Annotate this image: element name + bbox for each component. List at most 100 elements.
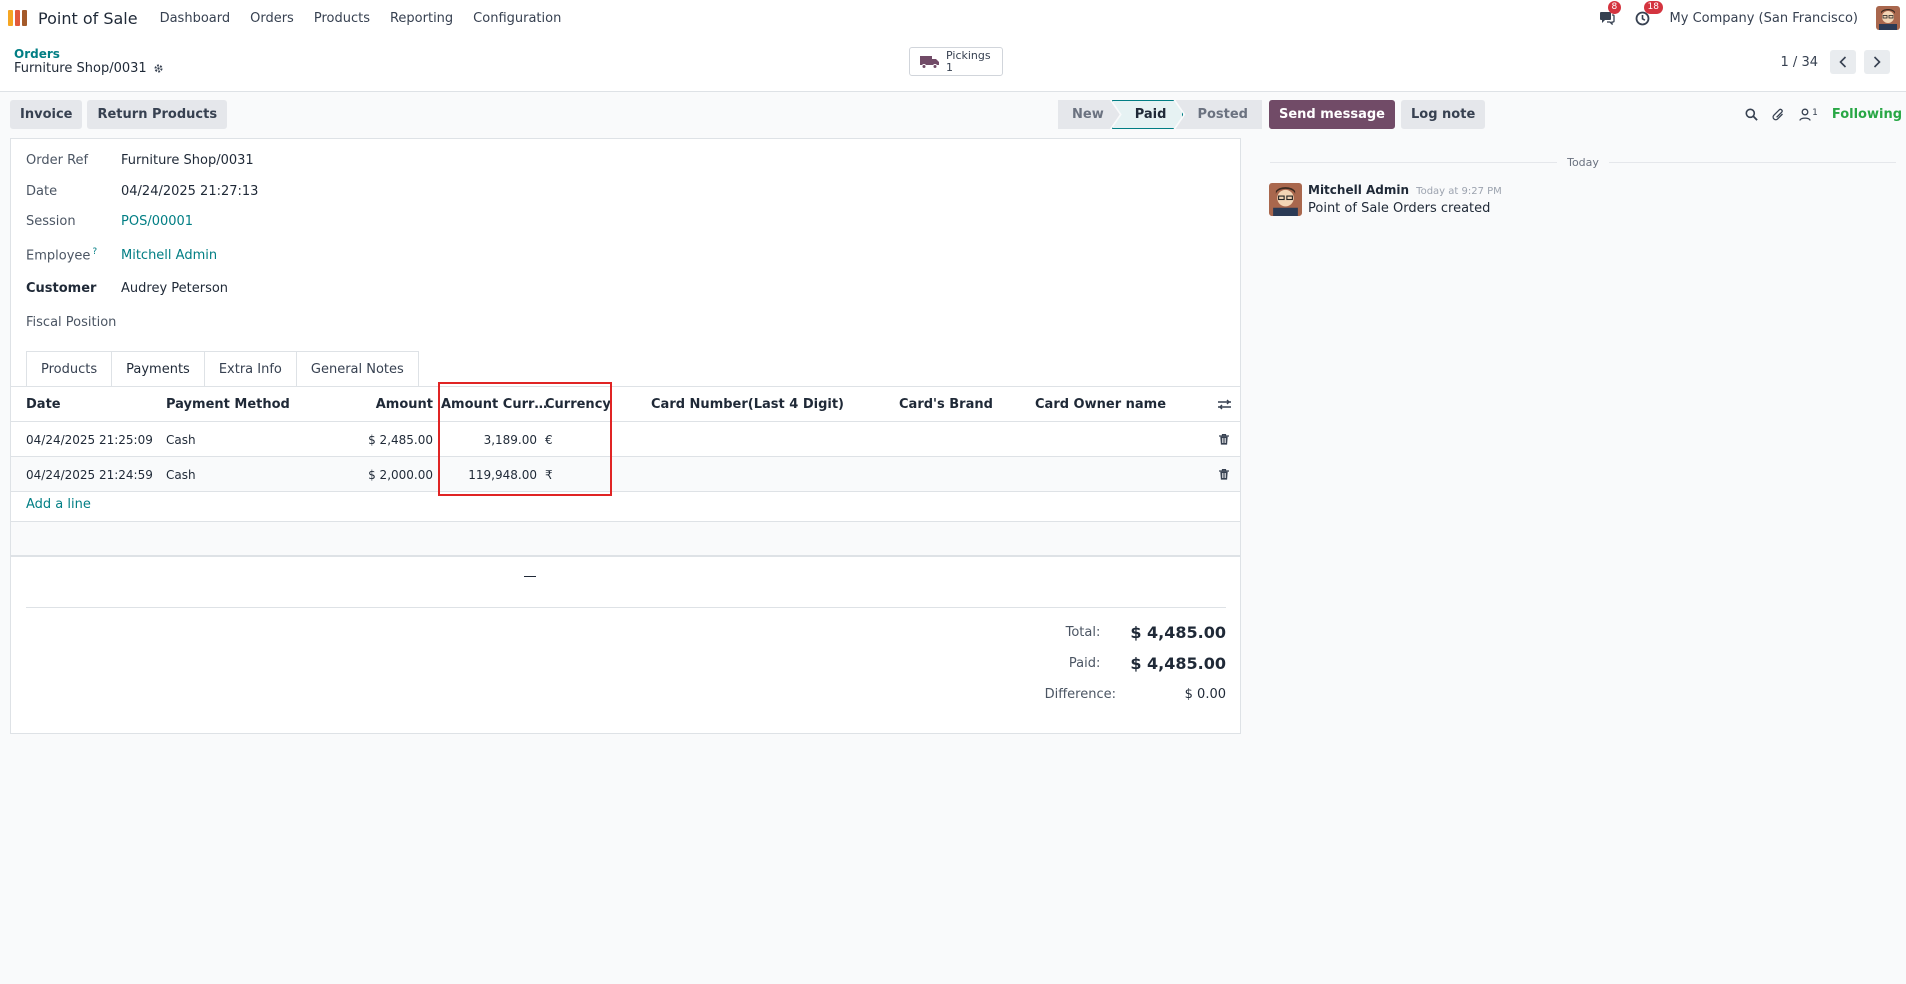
field-customer: Customer Audrey Peterson [26, 281, 228, 296]
status-new[interactable]: New [1058, 100, 1120, 129]
tab-extra-info[interactable]: Extra Info [203, 351, 297, 387]
fiscal-position-label: Fiscal Position [26, 315, 117, 330]
send-message-button[interactable]: Send message [1269, 100, 1395, 129]
paid-label: Paid: [1068, 656, 1101, 671]
col-date[interactable]: Date [26, 387, 61, 422]
cell-payment-method: Cash [166, 432, 196, 447]
status-bar: New Paid Posted [1058, 100, 1262, 129]
menu-dashboard[interactable]: Dashboard [160, 11, 231, 26]
gear-icon[interactable] [153, 63, 164, 74]
paperclip-icon[interactable] [1772, 108, 1785, 122]
messaging-button[interactable]: 8 [1598, 1, 1622, 27]
col-amount[interactable]: Amount [311, 387, 433, 422]
col-card-number[interactable]: Card Number(Last 4 Digit) [651, 387, 844, 422]
totals-separator [26, 607, 1226, 608]
status-paid[interactable]: Paid [1112, 100, 1184, 129]
col-card-brand[interactable]: Card's Brand [899, 387, 993, 422]
order-ref-value[interactable]: Furniture Shop/0031 [121, 153, 254, 168]
delete-row-button[interactable] [1219, 422, 1229, 457]
customer-label: Customer [26, 281, 97, 296]
optional-columns-toggle[interactable] [1218, 387, 1231, 422]
field-order-ref: Order Ref Furniture Shop/0031 [26, 153, 254, 168]
company-switcher[interactable]: My Company (San Francisco) [1670, 11, 1858, 26]
date-separator: Today [1270, 154, 1897, 170]
employee-label-text: Employee [26, 248, 91, 264]
fold-handle[interactable] [524, 576, 536, 577]
pager-previous-button[interactable] [1830, 50, 1856, 74]
cell-amount: $ 2,000.00 [368, 467, 433, 482]
tab-products[interactable]: Products [26, 351, 113, 387]
menu-reporting[interactable]: Reporting [390, 11, 453, 26]
order-ref-label: Order Ref [26, 153, 89, 168]
col-payment-method[interactable]: Payment Method [166, 387, 290, 422]
delete-row-button[interactable] [1219, 457, 1229, 492]
table-row[interactable]: 04/24/2025 21:24:59 Cash $ 2,000.00 119,… [11, 457, 1240, 492]
date-separator-label: Today [1567, 155, 1599, 169]
session-label: Session [26, 214, 76, 229]
chatter-message: Mitchell Admin Today at 9:27 PM Point of… [1269, 183, 1502, 216]
tab-general-notes[interactable]: General Notes [295, 351, 419, 387]
employee-label: Employee? [26, 247, 121, 263]
menu-products[interactable]: Products [314, 11, 370, 26]
cell-date: 04/24/2025 21:24:59 [26, 467, 153, 482]
breadcrumb-current: Furniture Shop/0031 [14, 61, 164, 76]
message-time: Today at 9:27 PM [1416, 186, 1502, 197]
following-button[interactable]: Following [1832, 107, 1902, 122]
add-line-link[interactable]: Add a line [26, 497, 91, 512]
session-link[interactable]: POS/00001 [121, 214, 193, 229]
table-footer [11, 521, 1240, 556]
cell-date: 04/24/2025 21:25:09 [26, 432, 153, 447]
log-note-button[interactable]: Log note [1401, 100, 1486, 129]
trash-icon [1219, 469, 1229, 480]
total-value: $ 4,485.00 [1130, 623, 1226, 642]
message-content: Mitchell Admin Today at 9:27 PM Point of… [1308, 183, 1502, 216]
notebook-tabs: Products Payments Extra Info General Not… [26, 351, 419, 387]
message-author[interactable]: Mitchell Admin [1308, 183, 1409, 197]
pickings-count: 1 [946, 60, 953, 74]
difference-value: $ 0.00 [1184, 687, 1226, 702]
app-name[interactable]: Point of Sale [38, 9, 138, 28]
separator-line-left [1270, 161, 1558, 163]
difference-row: Difference: $ 0.00 [980, 679, 1226, 710]
activities-button[interactable]: 18 [1634, 1, 1663, 27]
message-header: Mitchell Admin Today at 9:27 PM [1308, 183, 1502, 198]
invoice-button[interactable]: Invoice [10, 100, 83, 129]
date-value[interactable]: 04/24/2025 21:27:13 [121, 184, 258, 199]
highlight-box [438, 382, 612, 496]
pager: 1 / 34 [1781, 50, 1890, 74]
search-icon[interactable] [1745, 108, 1758, 121]
followers-count: 1 [1812, 108, 1818, 118]
table-row[interactable]: 04/24/2025 21:25:09 Cash $ 2,485.00 3,18… [11, 422, 1240, 457]
status-posted[interactable]: Posted [1175, 100, 1262, 129]
total-row: Total: $ 4,485.00 [980, 617, 1226, 648]
chevron-right-icon [1873, 56, 1881, 68]
pager-value[interactable]: 1 / 34 [1781, 55, 1818, 70]
paid-value: $ 4,485.00 [1130, 654, 1226, 673]
cell-payment-method: Cash [166, 467, 196, 482]
breadcrumb-orders[interactable]: Orders [14, 47, 60, 61]
tab-payments[interactable]: Payments [111, 351, 205, 387]
pager-next-button[interactable] [1864, 50, 1890, 74]
pickings-smart-button[interactable]: Pickings 1 [909, 47, 1003, 76]
message-author-avatar[interactable] [1269, 183, 1302, 216]
menu-configuration[interactable]: Configuration [473, 11, 561, 26]
customer-value[interactable]: Audrey Peterson [121, 281, 228, 296]
field-fiscal-position: Fiscal Position [26, 315, 146, 330]
employee-help-tooltip[interactable]: ? [92, 247, 97, 257]
table-footer-border [11, 556, 1240, 557]
chatter-buttons: Send message Log note [1269, 100, 1486, 129]
table-header: Date Payment Method Amount Amount Curr… … [11, 387, 1240, 422]
field-date: Date 04/24/2025 21:27:13 [26, 184, 258, 199]
col-card-owner[interactable]: Card Owner name [1035, 387, 1166, 422]
form-header-buttons: Invoice Return Products [10, 100, 228, 129]
return-products-button[interactable]: Return Products [87, 100, 228, 129]
pickings-label: Pickings [946, 48, 991, 62]
author-avatar-icon [1269, 183, 1302, 216]
field-employee: Employee? Mitchell Admin [26, 247, 217, 263]
employee-link[interactable]: Mitchell Admin [121, 248, 217, 263]
user-avatar[interactable] [1876, 6, 1900, 30]
pos-app-icon[interactable] [8, 10, 30, 26]
menu-orders[interactable]: Orders [250, 11, 294, 26]
followers-button[interactable]: 1 [1799, 108, 1818, 121]
field-session: Session POS/00001 [26, 214, 193, 229]
